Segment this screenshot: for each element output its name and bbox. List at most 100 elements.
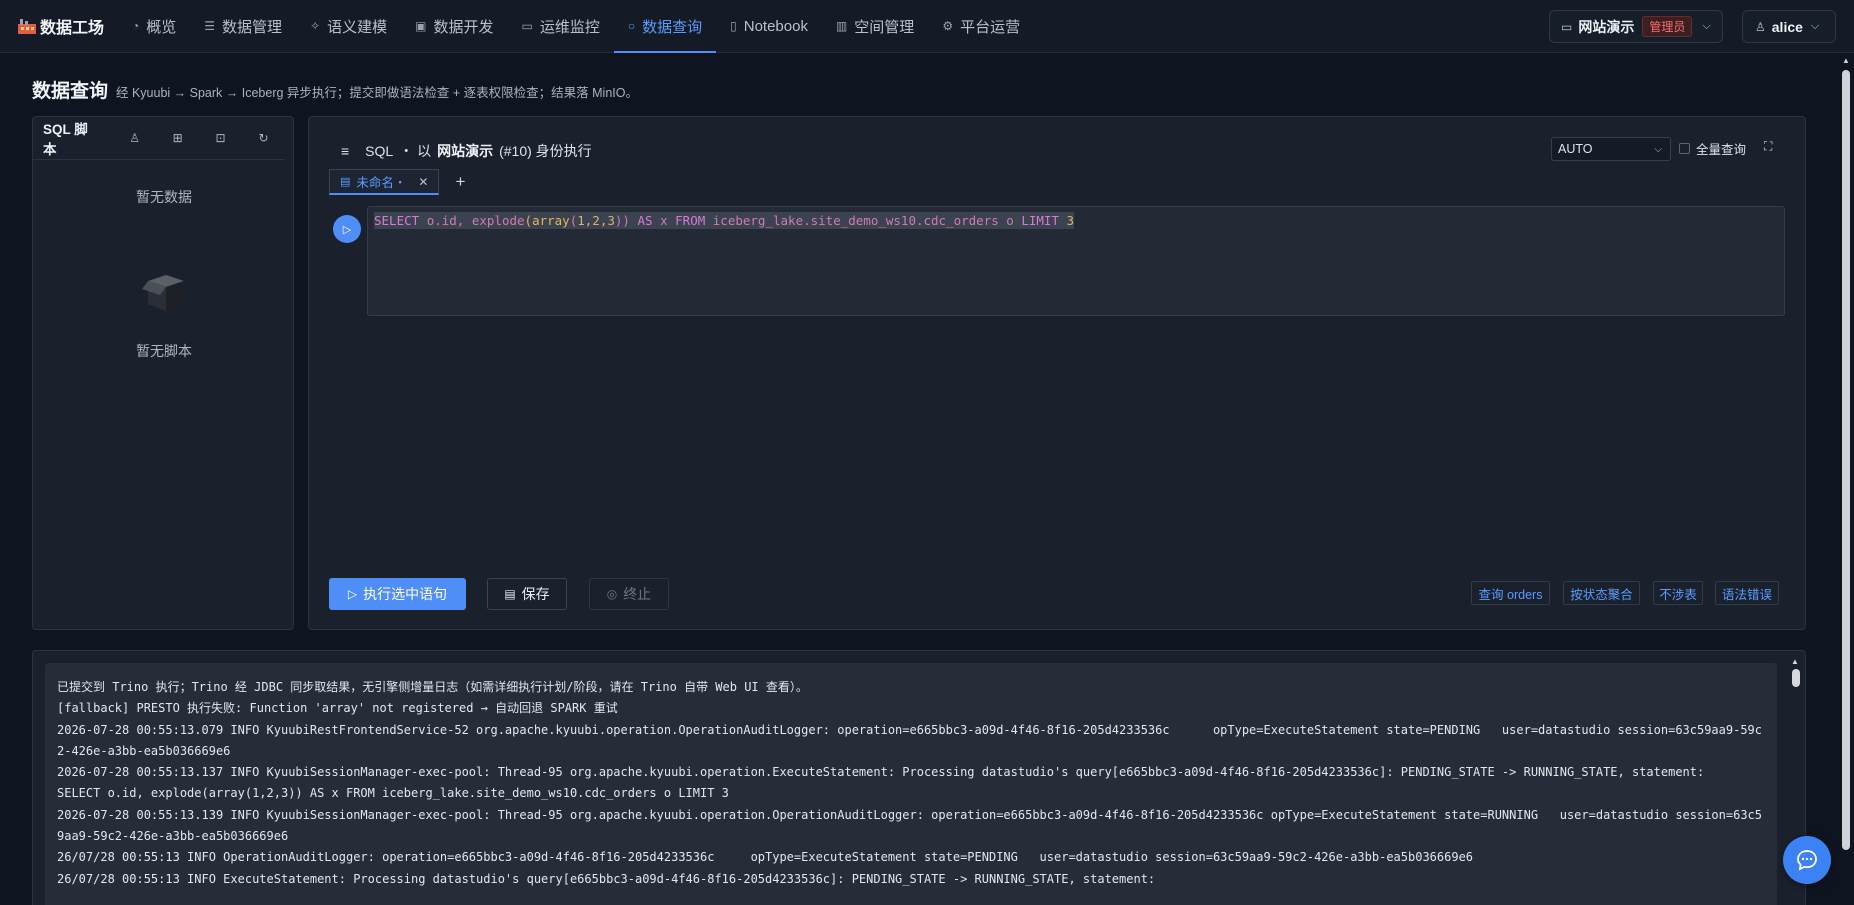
sql-scripts-panel: SQL 脚本 ♙ ⊞ ⊡ ↻ 暂无数据 暂无脚本 [32,116,294,630]
fullscreen-icon[interactable]: ⛶ [1764,139,1772,154]
sql-code-area[interactable]: SELECT o.id, explode(array(1,2,3)) AS x … [367,206,1785,316]
user-name: alice [1771,18,1803,35]
nav-data-management[interactable]: ☰ 数据管理 [190,0,296,53]
workspace-switcher[interactable]: ▭ 网站演示 管理员 ⌵ [1549,10,1723,43]
nav-ops-monitoring[interactable]: ▭ 运维监控 [508,0,614,53]
nav-label: Notebook [743,17,808,35]
page-scrollbar[interactable]: ▲ [1840,56,1852,905]
log-line: 26/07/28 00:55:13 INFO OperationAuditLog… [57,850,1474,865]
factory-logo-icon [18,18,36,34]
building-icon: ▥ [835,19,848,33]
editor-separator: ・ 以 [399,143,432,159]
scrollbar-thumb[interactable] [1842,70,1850,850]
editor-toolbar: ≡ SQL ・ 以 网站演示 (#10) 身份执行 [341,141,592,161]
file-icon: ▤ [340,176,351,188]
checkbox-icon [1679,143,1690,154]
editor-tab-bar: ▤ 未命名・ ✕ + [329,169,465,195]
workspace-name: 网站演示 [1578,18,1635,35]
run-label: 执行选中语句 [363,586,448,602]
nav-data-development[interactable]: ▣ 数据开发 [401,0,507,53]
log-line: 2026-07-28 00:55:13.137 INFO KyuubiSessi… [57,765,1705,780]
quick-query-orders[interactable]: 查询 orders [1471,581,1550,605]
run-selected-button[interactable]: ▷ 执行选中语句 [329,578,466,610]
chevron-down-icon: ⌵ [1654,143,1662,155]
chevron-down-icon: ⌵ [1810,20,1820,32]
save-label: 保存 [521,586,550,602]
quick-group-by-status[interactable]: 按状态聚合 [1563,581,1640,605]
brand[interactable]: 数据工场 [18,14,104,38]
quick-no-table[interactable]: 不涉表 [1653,581,1703,605]
sql-line: SELECT o.id, explode(array(1,2,3)) AS x … [374,212,1075,229]
empty-scripts-text: 暂无脚本 [136,343,192,359]
database-icon: ☰ [204,19,216,33]
new-folder-icon[interactable]: ⊞ [156,131,199,145]
page-title: 数据查询 [32,81,109,102]
log-line: 2026-07-28 00:55:13.139 INFO KyuubiSessi… [57,807,1763,844]
chat-assistant-button[interactable] [1783,836,1831,884]
nav-label: 数据开发 [433,18,494,36]
stop-circle-icon: ◎ [606,587,618,601]
refresh-icon[interactable]: ↻ [242,131,285,145]
engine-value: AUTO [1558,142,1593,156]
top-nav: 数据工场 ◔ 概览 ☰ 数据管理 ✧ 语义建模 ▣ 数据开发 ▭ 运维监控 ○ … [0,0,1854,53]
notebook-icon: ▯ [730,19,737,33]
nav-label: 运维监控 [539,18,600,36]
editor-language: SQL [365,143,394,159]
nav-data-query[interactable]: ○ 数据查询 [613,0,717,53]
chevron-down-icon: ⌵ [1702,20,1711,32]
nav-label: 数据查询 [642,18,703,36]
scrollbar-thumb[interactable] [1792,669,1800,687]
nav-label: 概览 [146,18,177,36]
stop-label: 终止 [623,586,652,602]
play-circle-icon: ▷ [347,587,358,601]
engine-select[interactable]: AUTO ⌵ [1551,137,1671,161]
log-line: 2026-07-28 00:55:13.079 INFO KyuubiRestF… [57,722,1763,758]
sql-editor-panel: ≡ SQL ・ 以 网站演示 (#10) 身份执行 AUTO ⌵ 全量查询 ⛶ … [308,116,1806,630]
save-button[interactable]: ▤ 保存 [487,578,567,610]
code-file-icon: ▣ [415,19,427,33]
gear-icon: ⚙ [942,19,954,33]
log-line: [fallback] PRESTO 执行失败: Function 'array'… [57,701,618,716]
menu-icon[interactable]: ≡ [341,143,349,159]
execution-log-panel: 已提交到 Trino 执行；Trino 经 JDBC 同步取结果，无引擎侧增量日… [32,650,1806,905]
scroll-up-icon[interactable]: ▲ [1791,657,1799,666]
tab-untitled[interactable]: ▤ 未命名・ ✕ [329,169,440,195]
search-icon: ○ [627,19,636,33]
stop-button[interactable]: ◎ 终止 [589,578,669,610]
full-query-label: 全量查询 [1696,143,1747,157]
monitor-icon: ▭ [521,19,533,33]
nav-semantic-modeling[interactable]: ✧ 语义建模 [296,0,401,53]
log-line: 26/07/28 00:55:13 INFO ExecuteStatement:… [57,871,1156,886]
brand-title: 数据工场 [40,20,105,37]
tab-label: 未命名・ [356,176,407,190]
full-query-checkbox[interactable]: 全量查询 [1679,139,1746,158]
run-line-icon[interactable]: ▷ [333,215,361,243]
log-line: SELECT o.id, explode(array(1,2,3)) AS x … [57,786,729,801]
log-output[interactable]: 已提交到 Trino 执行；Trino 经 JDBC 同步取结果，无引擎侧增量日… [45,663,1777,905]
scroll-up-icon[interactable]: ▲ [1842,56,1850,65]
empty-data-text: 暂无数据 [136,189,192,205]
new-file-icon[interactable]: ⊡ [199,131,242,145]
add-tab-icon[interactable]: + [455,172,465,192]
dashboard-icon: ◔ [132,19,140,33]
execution-identity: 网站演示 [437,143,494,159]
execution-identity-suffix: (#10) 身份执行 [499,143,592,159]
user-icon: ♙ [1755,19,1766,34]
save-icon: ▤ [504,587,516,601]
nav-notebook[interactable]: ▯ Notebook [716,0,822,53]
nav-space-management[interactable]: ▥ 空间管理 [822,0,928,53]
nav-label: 空间管理 [854,18,915,36]
user-menu[interactable]: ♙ alice ⌵ [1742,10,1836,43]
user-filter-icon[interactable]: ♙ [113,131,156,145]
nav-label: 语义建模 [327,18,388,36]
chat-bubble-icon [1797,850,1817,871]
nav-label: 平台运营 [960,18,1021,36]
nav-platform-ops[interactable]: ⚙ 平台运营 [928,0,1034,53]
close-icon[interactable]: ✕ [418,175,428,189]
nav-overview[interactable]: ◔ 概览 [118,0,190,53]
scripts-panel-title: SQL 脚本 [43,122,88,157]
quick-syntax-error[interactable]: 语法错误 [1715,581,1779,605]
sparkle-icon: ✧ [310,19,321,33]
scripts-panel-header: SQL 脚本 ♙ ⊞ ⊡ ↻ [33,117,285,160]
empty-box-icon [142,275,184,311]
